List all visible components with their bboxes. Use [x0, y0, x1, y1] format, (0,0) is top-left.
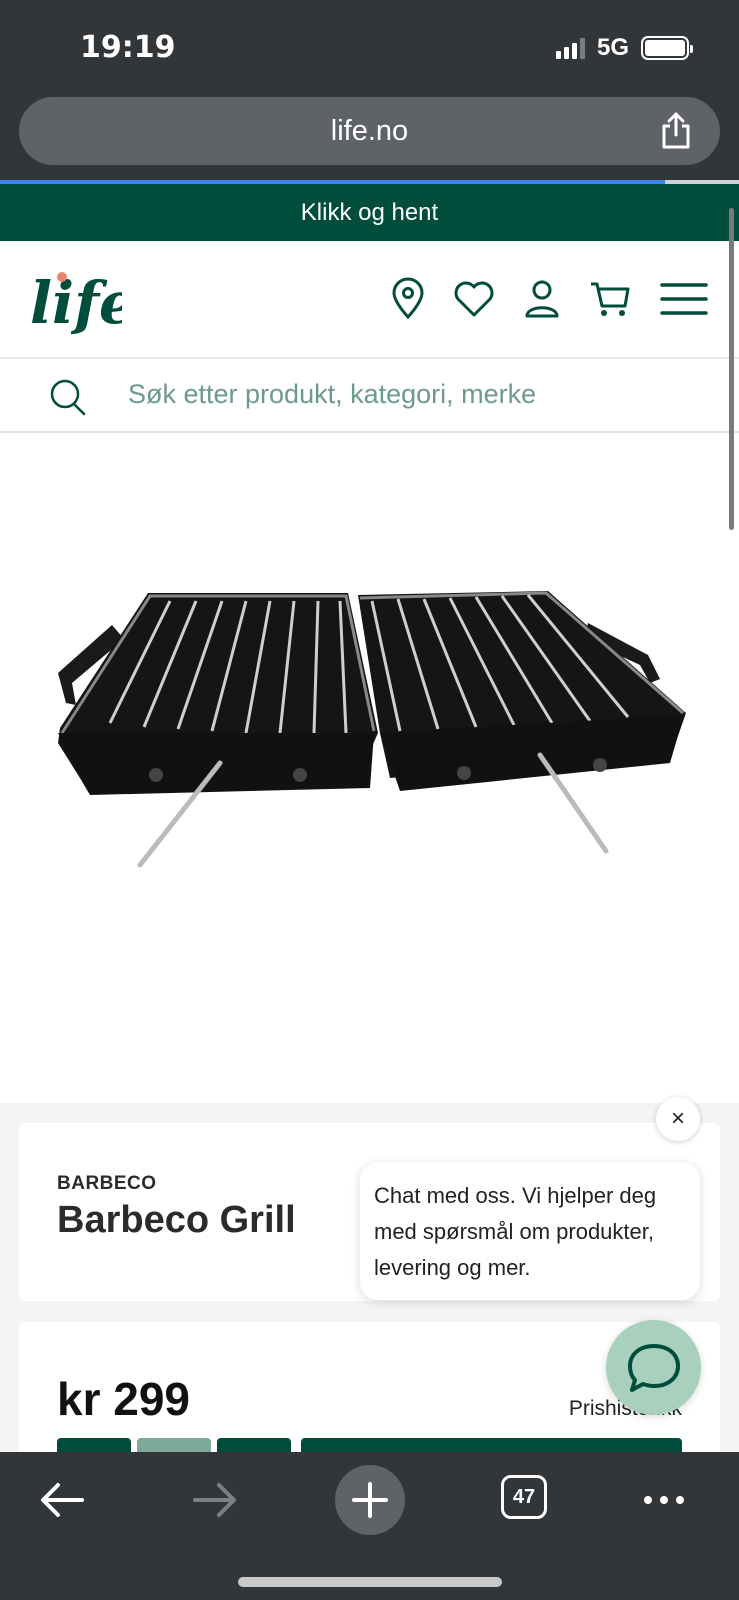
product-price: kr 299 — [57, 1373, 191, 1425]
home-indicator — [238, 1577, 502, 1587]
chat-bubble-icon — [627, 1343, 680, 1392]
browser-toolbar: life.no — [0, 95, 739, 180]
signal-icon — [555, 37, 585, 59]
search-bar[interactable]: Søk etter produkt, kategori, merke — [0, 359, 739, 433]
product-brand[interactable]: BARBECO — [57, 1173, 157, 1195]
chat-close-button[interactable]: × — [656, 1097, 700, 1141]
location-pin-icon[interactable] — [386, 277, 430, 321]
network-label: 5G — [596, 34, 629, 61]
product-name: Barbeco Grill — [57, 1199, 296, 1241]
status-indicators: 5G — [555, 34, 693, 62]
menu-icon[interactable] — [660, 277, 708, 321]
more-options-icon[interactable] — [636, 1472, 696, 1528]
search-icon[interactable] — [48, 377, 88, 417]
new-tab-button[interactable] — [335, 1465, 405, 1535]
grill-illustration — [58, 591, 686, 868]
page-scrollbar[interactable] — [729, 208, 734, 530]
site-header: life — [0, 241, 739, 359]
battery-icon — [641, 36, 693, 60]
cart-icon[interactable] — [588, 277, 632, 321]
url-text[interactable]: life.no — [19, 115, 720, 148]
address-bar[interactable]: life.no — [19, 97, 720, 165]
status-time: 19:19 — [80, 30, 176, 65]
forward-arrow-icon[interactable] — [185, 1472, 245, 1528]
chat-button[interactable] — [606, 1320, 701, 1415]
user-icon[interactable] — [520, 277, 564, 321]
svg-text:life: life — [30, 269, 122, 337]
search-input[interactable]: Søk etter produkt, kategori, merke — [128, 379, 536, 410]
heart-icon[interactable] — [452, 277, 496, 321]
product-image[interactable] — [0, 433, 739, 1103]
browser-bottom-bar: 47 — [0, 1452, 739, 1600]
tabs-button[interactable]: 47 — [501, 1475, 547, 1519]
share-icon[interactable] — [658, 111, 694, 151]
status-bar: 19:19 5G — [0, 0, 739, 95]
plus-icon — [352, 1482, 388, 1518]
promo-banner[interactable]: Klikk og hent — [0, 184, 739, 241]
life-logo[interactable]: life — [30, 259, 122, 343]
back-arrow-icon[interactable] — [32, 1472, 92, 1528]
chat-prompt[interactable]: Chat med oss. Vi hjelper deg med spørsmå… — [360, 1162, 700, 1300]
